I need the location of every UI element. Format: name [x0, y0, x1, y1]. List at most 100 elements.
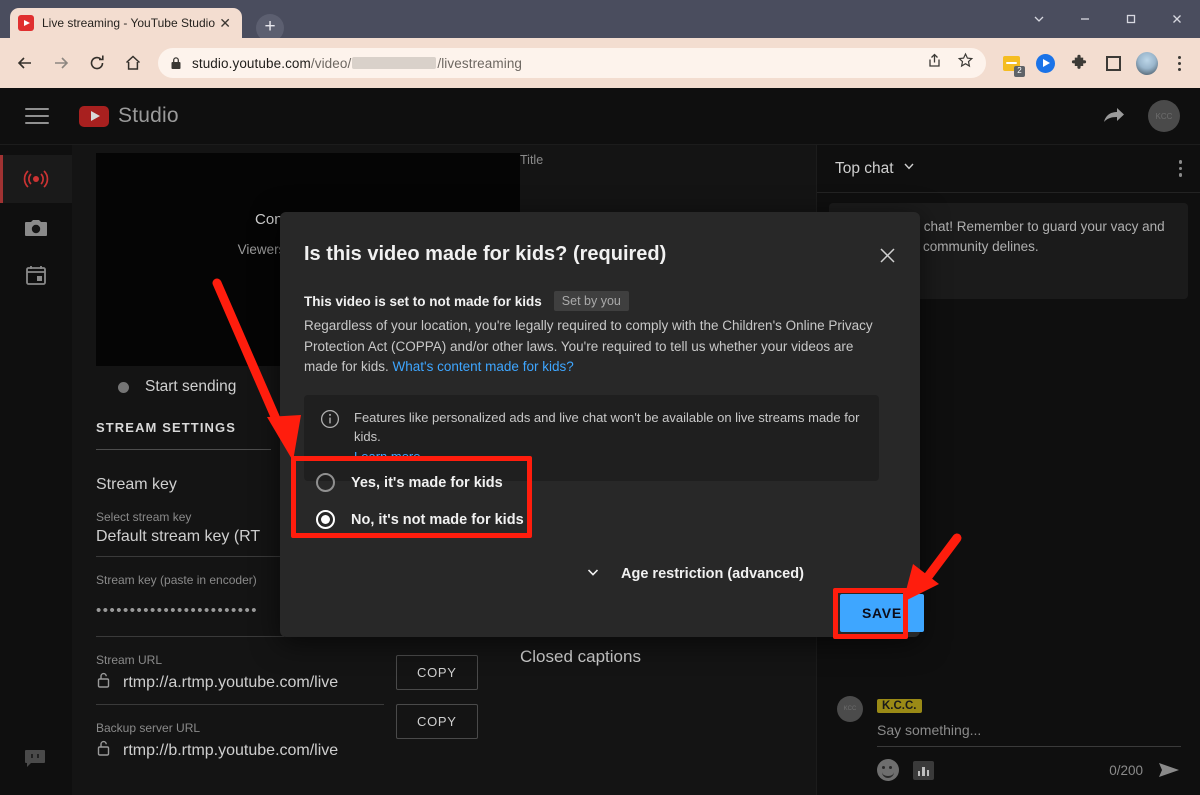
unlock-icon: [96, 739, 111, 762]
avatar[interactable]: KCC: [1148, 100, 1180, 132]
stream-key-value: ••••••••••••••••••••••••: [96, 601, 259, 619]
extension-icons: 2: [1000, 51, 1158, 77]
stream-url-row: rtmp://a.rtmp.youtube.com/live: [96, 671, 396, 694]
field-underline: [96, 556, 284, 557]
status-badge: Set by you: [553, 291, 629, 311]
youtube-icon: [18, 15, 34, 31]
copy-backup-url-button[interactable]: COPY: [396, 704, 478, 739]
redacted-video-id: [352, 56, 437, 69]
screen: Live streaming - YouTube Studio ✕ + stud…: [0, 0, 1200, 795]
age-restriction-label: Age restriction (advanced): [621, 566, 804, 582]
chat-mode-label: Top chat: [835, 159, 894, 177]
sidebar-item-live-stream[interactable]: [0, 155, 72, 203]
share-icon[interactable]: [1102, 105, 1126, 127]
emoji-icon[interactable]: [877, 759, 899, 781]
home-icon[interactable]: [116, 46, 150, 80]
camera-icon: [25, 219, 47, 236]
info-icon: [320, 409, 340, 434]
forward-icon[interactable]: [44, 46, 78, 80]
field-underline: [877, 746, 1181, 747]
chat-input-area: KCC K.C.C. Say something... 0/200: [817, 684, 1200, 795]
address-bar[interactable]: studio.youtube.com/video//livestreaming: [158, 48, 986, 78]
back-icon[interactable]: [8, 46, 42, 80]
chat-message-input[interactable]: Say something...: [877, 722, 1181, 738]
radio-yes-made-for-kids[interactable]: Yes, it's made for kids: [310, 464, 546, 501]
hamburger-icon[interactable]: [25, 108, 49, 124]
poll-icon[interactable]: [913, 760, 934, 780]
reload-icon[interactable]: [80, 46, 114, 80]
chat-mode-selector[interactable]: Top chat: [835, 159, 916, 178]
close-icon[interactable]: ✕: [216, 16, 234, 30]
title-field-label: Title: [520, 153, 544, 167]
radio-yes-label: Yes, it's made for kids: [351, 474, 503, 491]
radio-no-label: No, it's not made for kids: [351, 511, 524, 528]
window-titlebar: Live streaming - YouTube Studio ✕ +: [0, 0, 1200, 42]
close-icon[interactable]: [1154, 0, 1200, 38]
notes-extension-icon[interactable]: 2: [1000, 52, 1025, 77]
status-dot: [118, 381, 129, 393]
browser-toolbar: studio.youtube.com/video//livestreaming …: [0, 38, 1200, 88]
video-extension-icon[interactable]: [1034, 52, 1056, 74]
chevron-down-icon[interactable]: [1016, 0, 1062, 38]
profile-avatar[interactable]: [1136, 51, 1158, 75]
studio-logo[interactable]: Studio: [79, 104, 179, 128]
dialog-title: Is this video made for kids? (required): [304, 243, 667, 265]
studio-header: Studio KCC: [0, 88, 1200, 145]
tab-underline: [96, 449, 271, 450]
kebab-menu-icon[interactable]: [1170, 55, 1188, 71]
dialog-body-text: Regardless of your location, you're lega…: [304, 316, 884, 378]
share-icon[interactable]: [926, 52, 943, 74]
coppa-paragraph: Regardless of your location, you're lega…: [304, 318, 873, 375]
copy-stream-url-button[interactable]: COPY: [396, 655, 478, 690]
whats-content-made-for-kids-link[interactable]: What's content made for kids?: [393, 359, 574, 374]
stream-url-label: Stream URL: [96, 653, 163, 667]
radio-button-unselected[interactable]: [316, 473, 335, 492]
url-text: studio.youtube.com/video//livestreaming: [192, 55, 523, 71]
browser-tab[interactable]: Live streaming - YouTube Studio ✕: [10, 8, 242, 38]
chat-header: Top chat: [817, 145, 1200, 193]
broadcast-icon: [23, 170, 49, 188]
stream-url-value[interactable]: rtmp://a.rtmp.youtube.com/live: [123, 674, 338, 692]
made-for-kids-radio-group: Yes, it's made for kids No, it's not mad…: [310, 464, 546, 538]
maximize-icon[interactable]: [1108, 0, 1154, 38]
radio-no-not-made-for-kids[interactable]: No, it's not made for kids: [310, 501, 546, 538]
sidebar-item-webcam[interactable]: [0, 203, 72, 251]
info-text: Features like personalized ads and live …: [354, 410, 860, 444]
chat-author-badge: K.C.C.: [877, 699, 922, 713]
backup-url-value[interactable]: rtmp://b.rtmp.youtube.com/live: [123, 742, 338, 760]
status-text: This video is set to not made for kids: [304, 293, 542, 309]
lock-icon: [170, 56, 182, 70]
sidebar-item-schedule[interactable]: [0, 251, 72, 299]
start-sending-label: Start sending: [145, 378, 237, 395]
backup-url-row: rtmp://b.rtmp.youtube.com/live: [96, 739, 396, 762]
extension-badge-count: 2: [1014, 66, 1025, 77]
youtube-icon: [79, 105, 109, 127]
unlock-icon: [96, 671, 111, 694]
minimize-icon[interactable]: [1062, 0, 1108, 38]
char-counter: 0/200: [1109, 762, 1143, 778]
calendar-icon: [26, 266, 46, 285]
sidepanel-icon[interactable]: [1102, 52, 1124, 74]
age-restriction-expander[interactable]: Age restriction (advanced): [585, 564, 804, 584]
send-icon[interactable]: [1157, 761, 1181, 779]
tab-title: Live streaming - YouTube Studio: [42, 16, 215, 30]
chevron-down-icon: [902, 159, 916, 178]
chevron-down-icon: [585, 564, 601, 584]
save-button[interactable]: SAVE: [840, 594, 924, 632]
feedback-icon[interactable]: [24, 749, 46, 774]
window-controls: [1016, 0, 1200, 38]
closed-captions-label: Closed captions: [520, 647, 641, 666]
radio-button-selected[interactable]: [316, 510, 335, 529]
kebab-menu-icon[interactable]: [1178, 160, 1182, 177]
close-icon[interactable]: [874, 242, 900, 268]
backup-url-label: Backup server URL: [96, 721, 201, 735]
studio-header-actions: KCC: [1102, 100, 1180, 132]
omnibox-actions: [916, 52, 974, 74]
made-for-kids-status: This video is set to not made for kids S…: [304, 291, 629, 311]
avatar: KCC: [837, 696, 863, 722]
field-underline: [96, 704, 384, 705]
studio-sidebar: [0, 145, 72, 795]
puzzle-extensions-icon[interactable]: [1068, 52, 1090, 74]
star-icon[interactable]: [957, 52, 974, 74]
made-for-kids-dialog: Is this video made for kids? (required) …: [280, 212, 920, 637]
